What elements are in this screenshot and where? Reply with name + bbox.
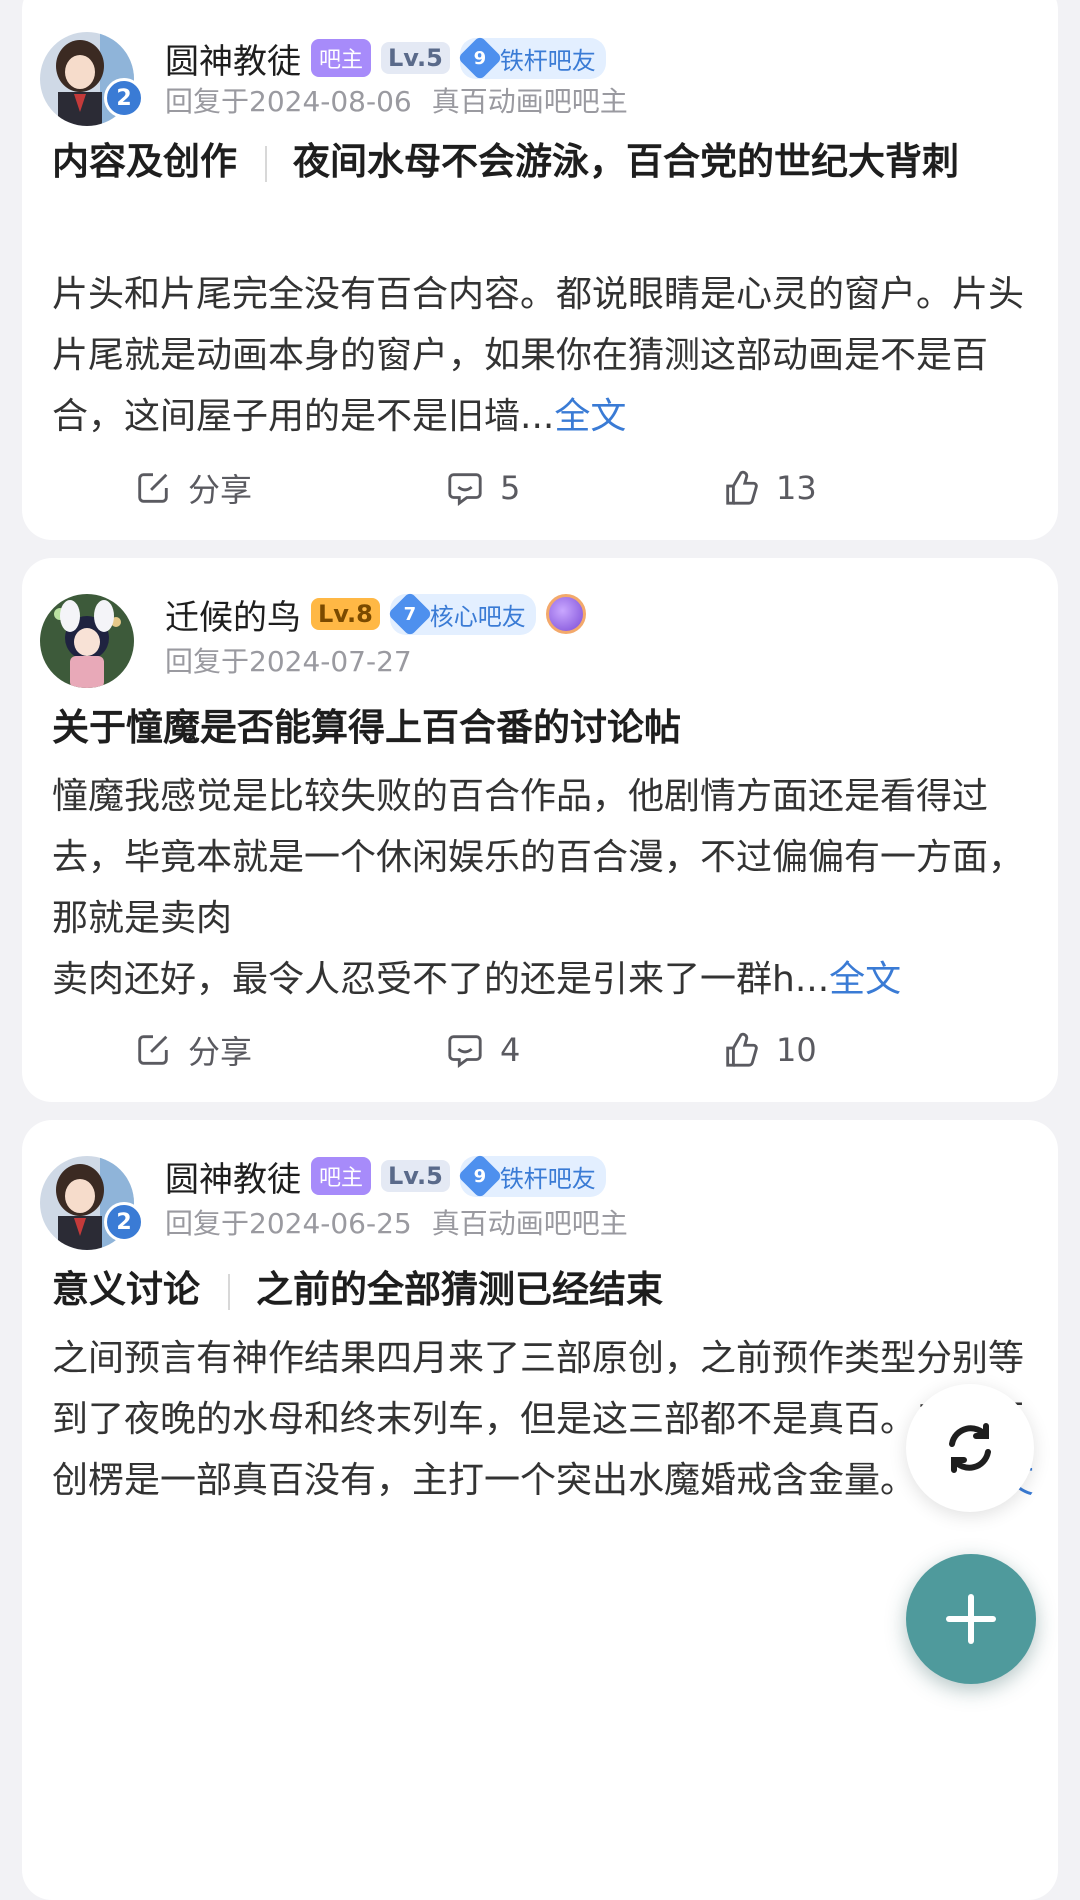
comment-count: 4 bbox=[500, 1031, 521, 1069]
add-post-button[interactable] bbox=[906, 1554, 1036, 1684]
fan-level-icon: 9 bbox=[457, 35, 503, 81]
refresh-button[interactable] bbox=[906, 1384, 1034, 1512]
avatar-level-badge: 2 bbox=[104, 78, 144, 118]
post-title[interactable]: 内容及创作 夜间水母不会游泳，百合党的世纪大背刺 bbox=[52, 132, 1032, 192]
reply-date: 回复于2024-06-25 bbox=[165, 1207, 412, 1240]
comment-icon bbox=[448, 1035, 482, 1069]
add-icon bbox=[946, 1594, 996, 1644]
reply-date: 回复于2024-08-06 bbox=[165, 85, 412, 118]
fan-title: 核心吧友 bbox=[429, 602, 526, 631]
post-actions: 分享 5 13 bbox=[22, 458, 1058, 518]
post-body-text: 之间预言有神作结果四月来了三部原创，之前预作类型分别等到了夜晚的水母和终末列车，… bbox=[52, 1338, 1025, 1501]
fan-title: 铁杆吧友 bbox=[499, 1164, 596, 1193]
post-title-text: 夜间水母不会游泳，百合党的世纪大背刺 bbox=[293, 140, 959, 183]
post-body[interactable]: 憧魔我感觉是比较失败的百合作品，他剧情方面还是看得过去，毕竟本就是一个休闲娱乐的… bbox=[52, 766, 1042, 1010]
post-body-line: 卖肉还好，最令人忍受不了的还是引来了一群h... bbox=[52, 959, 830, 1000]
comment-count: 5 bbox=[500, 469, 521, 507]
comment-button[interactable]: 4 bbox=[446, 1020, 520, 1080]
medal-icon[interactable] bbox=[545, 594, 586, 634]
post-body-text: 片头和片尾完全没有百合内容。都说眼睛是心灵的窗户。片头片尾就是动画本身的窗户，如… bbox=[52, 274, 1025, 437]
level-badge: Lv.8 bbox=[311, 598, 380, 630]
owner-badge: 吧主 bbox=[311, 1157, 372, 1195]
post-title-text: 关于憧魔是否能算得上百合番的讨论帖 bbox=[52, 706, 681, 749]
read-more-link[interactable]: 全文 bbox=[554, 396, 626, 437]
author-row: 圆神教徒 吧主 Lv.5 9 铁杆吧友 bbox=[165, 1152, 606, 1200]
share-button[interactable]: 分享 bbox=[134, 458, 252, 518]
post-actions: 分享 4 10 bbox=[22, 1020, 1058, 1080]
username[interactable]: 圆神教徒 bbox=[165, 34, 301, 83]
author-role: 真百动画吧吧主 bbox=[431, 1207, 628, 1240]
fan-badge[interactable]: 9 铁杆吧友 bbox=[457, 35, 606, 81]
read-more-link[interactable]: 全文 bbox=[829, 959, 901, 1000]
owner-badge: 吧主 bbox=[311, 39, 372, 77]
post-body-line: 憧魔我感觉是比较失败的百合作品，他剧情方面还是看得过去，毕竟本就是一个休闲娱乐的… bbox=[52, 776, 1025, 939]
like-icon bbox=[726, 1032, 758, 1067]
share-icon bbox=[138, 1035, 168, 1065]
refresh-icon bbox=[949, 1423, 991, 1473]
title-divider bbox=[265, 145, 267, 182]
avatar-level-badge: 2 bbox=[104, 1202, 144, 1242]
like-count: 10 bbox=[776, 1031, 817, 1069]
share-button[interactable]: 分享 bbox=[134, 1020, 252, 1080]
post-category: 意义讨论 bbox=[52, 1268, 200, 1311]
post-meta: 回复于2024-07-27 bbox=[165, 640, 412, 680]
post-meta: 回复于2024-06-25 真百动画吧吧主 bbox=[165, 1202, 628, 1242]
username[interactable]: 迁候的鸟 bbox=[165, 590, 301, 639]
author-role: 真百动画吧吧主 bbox=[431, 85, 628, 118]
level-badge: Lv.5 bbox=[381, 42, 450, 74]
post-body[interactable]: 片头和片尾完全没有百合内容。都说眼睛是心灵的窗户。片头片尾就是动画本身的窗户，如… bbox=[52, 264, 1042, 447]
post-card[interactable]: 迁候的鸟 Lv.8 7 核心吧友 回复于2024-07-27 关于憧魔是否能算得… bbox=[22, 558, 1058, 1102]
title-divider bbox=[228, 1273, 230, 1310]
comment-icon bbox=[448, 473, 482, 507]
like-button[interactable]: 10 bbox=[722, 1020, 817, 1080]
share-label: 分享 bbox=[188, 471, 253, 509]
share-label: 分享 bbox=[188, 1033, 253, 1071]
fan-badge[interactable]: 9 铁杆吧友 bbox=[457, 1153, 606, 1199]
comment-button[interactable]: 5 bbox=[446, 458, 520, 518]
post-title[interactable]: 关于憧魔是否能算得上百合番的讨论帖 bbox=[52, 698, 1032, 758]
like-count: 13 bbox=[776, 469, 817, 507]
post-card[interactable]: 2 圆神教徒 吧主 Lv.5 9 铁杆吧友 回复于2024-06-25 真百动画… bbox=[22, 1120, 1058, 1900]
fan-level-icon: 7 bbox=[387, 591, 433, 637]
post-card[interactable]: 2 圆神教徒 吧主 Lv.5 9 铁杆吧友 回复于2024-08-06 真百动画… bbox=[22, 0, 1058, 540]
author-row: 迁候的鸟 Lv.8 7 核心吧友 bbox=[165, 590, 586, 638]
like-button[interactable]: 13 bbox=[722, 458, 817, 518]
post-body[interactable]: 之间预言有神作结果四月来了三部原创，之前预作类型分别等到了夜晚的水母和终末列车，… bbox=[52, 1328, 1042, 1511]
fan-title: 铁杆吧友 bbox=[499, 46, 596, 75]
post-category: 内容及创作 bbox=[52, 140, 237, 183]
post-title-text: 之前的全部猜测已经结束 bbox=[256, 1268, 663, 1311]
level-badge: Lv.5 bbox=[381, 1160, 450, 1192]
post-meta: 回复于2024-08-06 真百动画吧吧主 bbox=[165, 80, 628, 120]
reply-date: 回复于2024-07-27 bbox=[165, 645, 412, 678]
fan-level-icon: 9 bbox=[457, 1153, 503, 1199]
avatar[interactable] bbox=[40, 594, 134, 688]
post-title[interactable]: 意义讨论 之前的全部猜测已经结束 bbox=[52, 1260, 1032, 1320]
share-icon bbox=[138, 473, 168, 503]
fan-badge[interactable]: 7 核心吧友 bbox=[387, 591, 536, 637]
username[interactable]: 圆神教徒 bbox=[165, 1152, 301, 1201]
author-row: 圆神教徒 吧主 Lv.5 9 铁杆吧友 bbox=[165, 34, 606, 82]
like-icon bbox=[726, 470, 758, 505]
